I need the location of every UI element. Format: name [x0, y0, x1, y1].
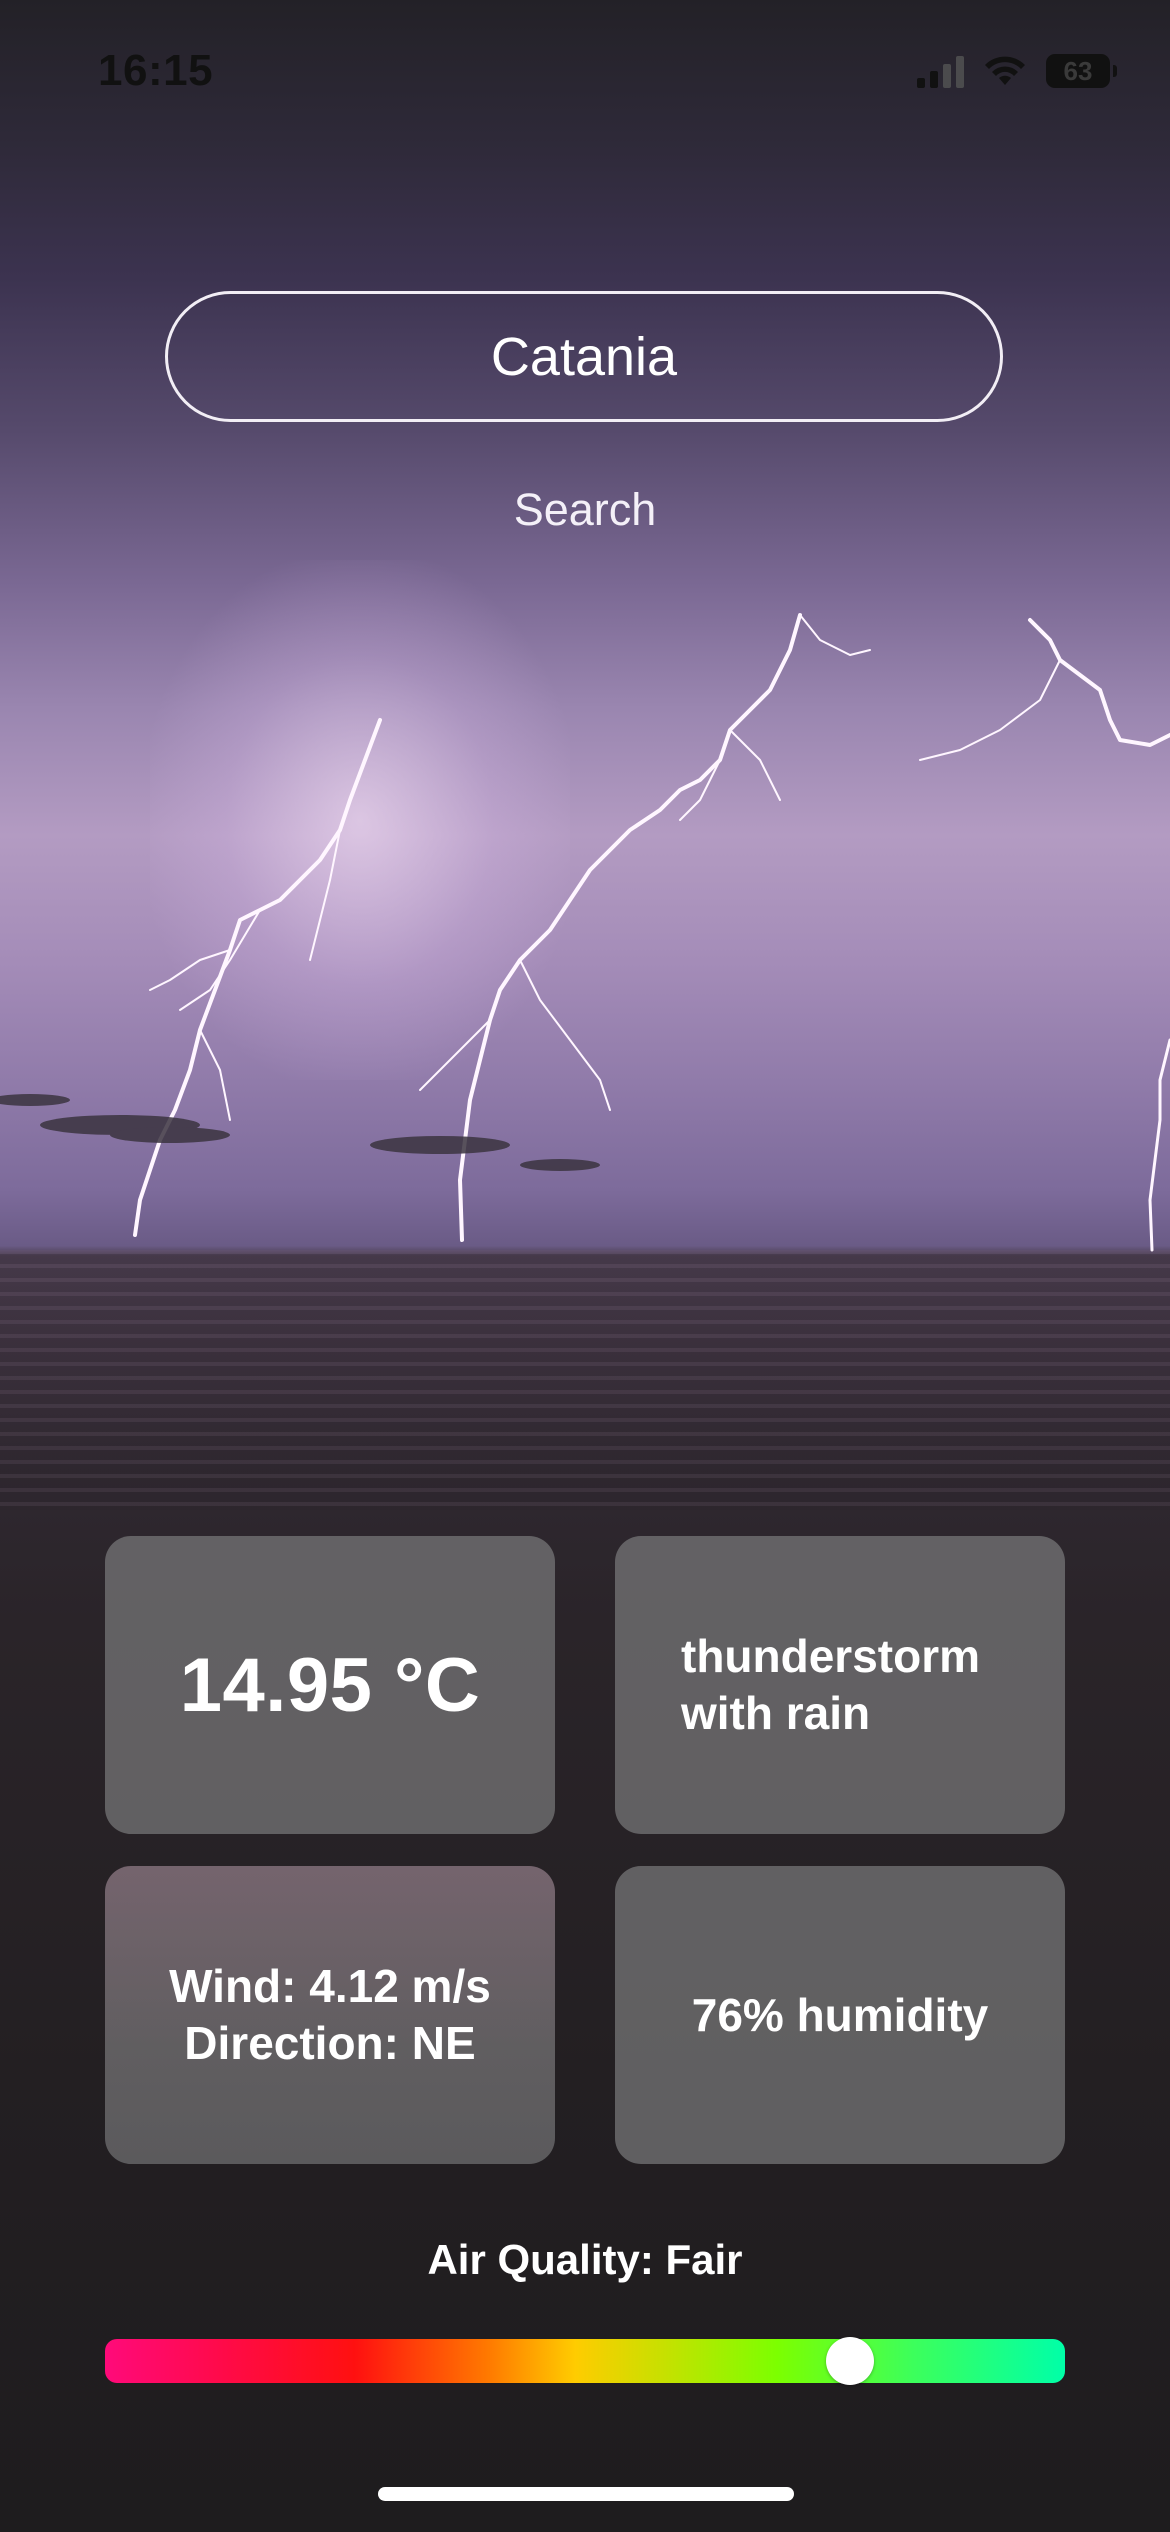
- temperature-card: 14.95 °C: [105, 1536, 555, 1834]
- home-indicator[interactable]: [378, 2487, 794, 2501]
- status-time: 16:15: [98, 46, 214, 95]
- air-quality-indicator-knob[interactable]: [825, 2337, 874, 2385]
- battery-icon: 63: [1046, 54, 1117, 88]
- wind-direction: Direction: NE: [184, 2017, 476, 2069]
- wind-card: Wind: 4.12 m/s Direction: NE: [105, 1866, 555, 2164]
- battery-level: 63: [1063, 55, 1093, 86]
- lightning-glow: [150, 560, 570, 1080]
- condition-card: thunderstorm with rain: [615, 1536, 1065, 1834]
- search-button[interactable]: Search: [435, 470, 735, 550]
- air-quality-label: Air Quality: Fair: [427, 2236, 743, 2283]
- wind-info: Wind: 4.12 m/s Direction: NE: [169, 1958, 491, 2072]
- city-search-input[interactable]: [165, 291, 1003, 422]
- cellular-signal-icon: [917, 54, 964, 88]
- status-icons: 63: [917, 54, 1117, 88]
- air-quality-scale: [105, 2337, 1065, 2385]
- lightning-background-image: [0, 613, 1170, 1252]
- status-bar: 16:15 63: [0, 0, 1170, 150]
- wind-speed: Wind: 4.12 m/s: [169, 1960, 491, 2012]
- humidity-card: 76% humidity: [615, 1866, 1065, 2164]
- humidity-value: 76% humidity: [691, 1989, 989, 2041]
- wifi-icon: [985, 56, 1025, 85]
- temperature-value: 14.95 °C: [179, 1642, 481, 1728]
- sea-reflection: [0, 1250, 1170, 1510]
- condition-text: thunderstorm with rain: [681, 1630, 980, 1739]
- weather-app-screen: 16:15 63 Search 14.95 °C thunderstorm wi…: [0, 0, 1170, 2532]
